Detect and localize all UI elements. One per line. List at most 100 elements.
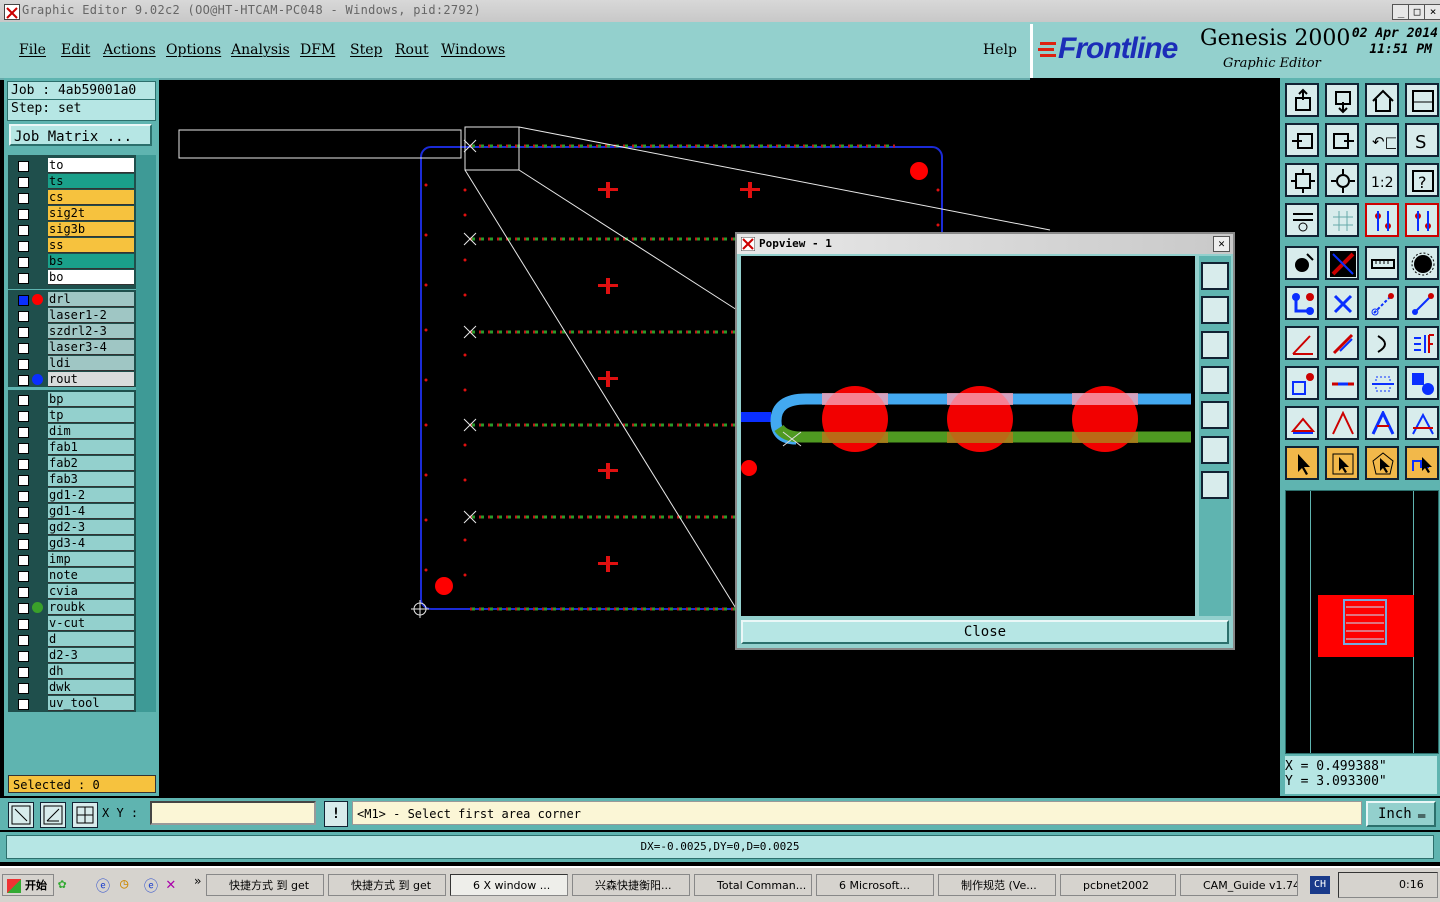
menu-edit[interactable]: Edit — [61, 42, 90, 58]
move-down-icon[interactable] — [1325, 83, 1359, 117]
layer-checkbox[interactable] — [18, 683, 29, 694]
snap-on-icon[interactable] — [1365, 203, 1399, 237]
stretch-icon[interactable] — [1365, 366, 1399, 400]
menu-dfm[interactable]: DFM — [300, 42, 335, 58]
layer-row-to[interactable]: to — [14, 158, 134, 173]
taskbar-item-xingsen[interactable]: 兴森快捷衡阳... — [572, 874, 690, 896]
layer-checkbox[interactable] — [18, 475, 29, 486]
layer-checkbox[interactable] — [18, 555, 29, 566]
line-to-point-icon[interactable] — [1365, 286, 1399, 320]
taskbar-item-microsoft[interactable]: 6 Microsoft... — [816, 874, 934, 896]
triangle-cross-icon[interactable] — [1365, 406, 1399, 440]
layer-checkbox[interactable] — [18, 209, 29, 220]
taskbar-item-xwindow[interactable]: 6 X window ... — [450, 874, 568, 896]
layer-checkbox[interactable] — [18, 311, 29, 322]
layer-row-d2-3[interactable]: d2-3 — [14, 648, 134, 663]
menu-help[interactable]: Help — [983, 42, 1017, 58]
layer-checkbox[interactable] — [18, 651, 29, 662]
layer-row-laser3-4[interactable]: laser3-4 — [14, 340, 134, 355]
zoom-fit-icon[interactable] — [1285, 163, 1319, 197]
horizontal-cut-icon[interactable] — [1325, 366, 1359, 400]
layer-row-dwk[interactable]: dwk — [14, 680, 134, 695]
layer-checkbox[interactable] — [18, 273, 29, 284]
layer-checkbox[interactable] — [18, 571, 29, 582]
browser-icon[interactable]: ⓔ — [144, 876, 162, 895]
layer-row-fab2[interactable]: fab2 — [14, 456, 134, 471]
popview-close-icon[interactable]: ✕ — [1213, 236, 1230, 252]
copy-shapes-icon[interactable] — [1405, 366, 1439, 400]
taskbar-item-cam-guide[interactable]: CAM_Guide v1.74 — [1180, 874, 1298, 896]
menu-options[interactable]: Options — [166, 42, 221, 58]
taskbar-item-shortcut-2[interactable]: 快捷方式 到 get — [328, 874, 446, 896]
menu-rout[interactable]: Rout — [395, 42, 429, 58]
layer-checkbox[interactable] — [18, 327, 29, 338]
taskbar-item-spec[interactable]: 制作规范 (Ve... — [938, 874, 1056, 896]
layer-checkbox[interactable] — [18, 507, 29, 518]
zoom-home-icon[interactable] — [1325, 163, 1359, 197]
pan-left-icon[interactable] — [1285, 123, 1319, 157]
start-button[interactable]: 开始 — [2, 874, 54, 896]
grid-window-icon[interactable] — [72, 802, 98, 828]
layer-checkbox[interactable] — [18, 375, 29, 386]
layer-checkbox[interactable] — [18, 225, 29, 236]
layer-checkbox[interactable] — [18, 603, 29, 614]
popview-close-button[interactable]: Close — [741, 620, 1229, 644]
layer-checkbox[interactable] — [18, 295, 29, 306]
layer-checkbox[interactable] — [18, 343, 29, 354]
layer-checkbox[interactable] — [18, 241, 29, 252]
select-pointer-icon[interactable] — [1285, 446, 1319, 480]
layer-checkbox[interactable] — [18, 411, 29, 422]
job-matrix-button[interactable]: Job Matrix ... — [9, 124, 152, 146]
measure-tool-icon[interactable] — [1285, 203, 1319, 237]
layer-checkbox[interactable] — [18, 539, 29, 550]
triangle-base-icon[interactable] — [1405, 406, 1439, 440]
menu-windows[interactable]: Windows — [441, 42, 505, 58]
popview-zoom-out-icon[interactable] — [1201, 471, 1229, 499]
layer-row-rout[interactable]: rout — [14, 372, 134, 387]
layer-row-bp[interactable]: bp — [14, 392, 134, 407]
layer-row-imp[interactable]: imp — [14, 552, 134, 567]
redraw-icon[interactable]: S — [1405, 123, 1439, 157]
layer-row-bs[interactable]: bs — [14, 254, 134, 269]
layer-checkbox[interactable] — [18, 459, 29, 470]
layer-row-v-cut[interactable]: v-cut — [14, 616, 134, 631]
layer-row-cvia[interactable]: cvia — [14, 584, 134, 599]
layer-checkbox[interactable] — [18, 523, 29, 534]
layer-row-fab3[interactable]: fab3 — [14, 472, 134, 487]
triangle-flat-icon[interactable] — [1285, 406, 1319, 440]
layer-row-drl[interactable]: drl — [14, 292, 134, 307]
popview-pan-up-icon[interactable] — [1201, 296, 1229, 324]
alert-icon[interactable]: ! — [324, 801, 348, 827]
layer-row-gd3-4[interactable]: gd3-4 — [14, 536, 134, 551]
connect-nodes-icon[interactable] — [1285, 286, 1319, 320]
xy-input[interactable] — [150, 801, 316, 825]
layer-row-ss[interactable]: ss — [14, 238, 134, 253]
layer-checkbox[interactable] — [18, 619, 29, 630]
popview-pan-right-icon[interactable] — [1201, 401, 1229, 429]
popview-pan-left-icon[interactable] — [1201, 366, 1229, 394]
menu-step[interactable]: Step — [350, 42, 382, 58]
zoom-ratio-icon[interactable]: 1:2 — [1365, 163, 1399, 197]
layer-row-gd1-4[interactable]: gd1-4 — [14, 504, 134, 519]
layer-row-sig3b[interactable]: sig3b — [14, 222, 134, 237]
clock-app-icon[interactable]: ◷ — [120, 876, 138, 894]
pan-right-icon[interactable] — [1325, 123, 1359, 157]
add-pad-icon[interactable] — [1285, 246, 1319, 280]
select-box-icon[interactable] — [1325, 446, 1359, 480]
layer-row-laser1-2[interactable]: laser1-2 — [14, 308, 134, 323]
layer-row-sig2t[interactable]: sig2t — [14, 206, 134, 221]
taskbar-item-total-commander[interactable]: Total Comman... — [694, 874, 812, 896]
split-lines-icon[interactable] — [1405, 326, 1439, 360]
taskbar-item-shortcut-1[interactable]: 快捷方式 到 get — [206, 874, 324, 896]
layer-row-ts[interactable]: ts — [14, 174, 134, 189]
layer-checkbox[interactable] — [18, 587, 29, 598]
select-poly-icon[interactable] — [1365, 446, 1399, 480]
move-up-icon[interactable] — [1285, 83, 1319, 117]
layer-checkbox[interactable] — [18, 359, 29, 370]
layer-row-tp[interactable]: tp — [14, 408, 134, 423]
more-icon[interactable]: » — [194, 874, 201, 888]
layer-row-bo[interactable]: bo — [14, 270, 134, 285]
grid-icon[interactable] — [1325, 203, 1359, 237]
ruler-icon[interactable] — [1365, 246, 1399, 280]
layer-row-note[interactable]: note — [14, 568, 134, 583]
